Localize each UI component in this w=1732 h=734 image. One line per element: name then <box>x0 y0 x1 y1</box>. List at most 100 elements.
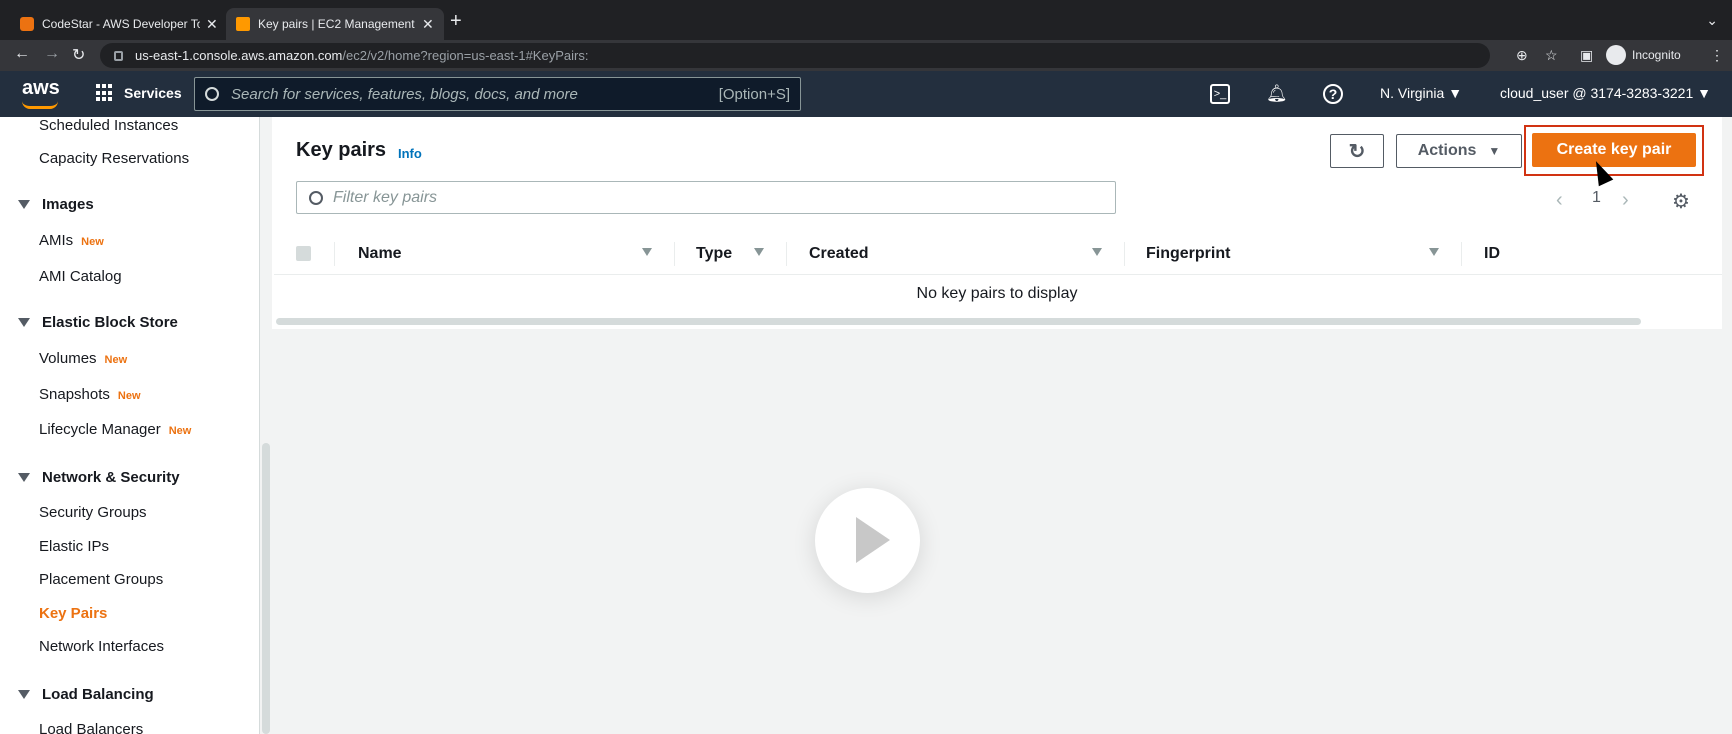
search-shortcut-hint: [Option+S] <box>718 85 790 103</box>
sidebar-item-lifecycle-manager[interactable]: Lifecycle Manager New <box>39 421 191 438</box>
chevron-down-icon[interactable]: ⌄ <box>1706 12 1718 29</box>
column-header-created[interactable]: Created <box>809 232 869 275</box>
sidebar-item-ami-catalog[interactable]: AMI Catalog <box>39 268 122 285</box>
column-divider <box>1461 242 1462 266</box>
sidebar-item-placement-groups[interactable]: Placement Groups <box>39 571 163 588</box>
caret-down-icon <box>18 200 30 209</box>
filter-key-pairs-input[interactable] <box>333 188 1103 207</box>
section-heading: Images <box>42 196 94 213</box>
sidebar-section-images[interactable]: Images <box>18 196 94 213</box>
codestar-favicon-icon <box>20 17 34 31</box>
services-label: Services <box>124 85 182 101</box>
sort-icon[interactable] <box>642 248 652 256</box>
region-selector[interactable]: N. Virginia ▼ <box>1380 85 1462 101</box>
sidebar-item-key-pairs[interactable]: Key Pairs <box>39 605 107 622</box>
sort-icon[interactable] <box>1092 248 1102 256</box>
table-header: Name Type Created Fingerprint ID <box>274 232 1722 275</box>
bell-icon[interactable]: 🔔︎ <box>1266 84 1288 104</box>
page-title: Key pairs <box>296 139 387 161</box>
global-search-box[interactable]: [Option+S] <box>194 77 801 111</box>
sidebar-item-snapshots[interactable]: Snapshots New <box>39 386 141 403</box>
browser-toolbar: ← → ↻ us-east-1.console.aws.amazon.com /… <box>0 40 1732 71</box>
actions-button[interactable]: Actions ▼ <box>1396 134 1522 168</box>
incognito-badge[interactable]: Incognito <box>1606 45 1681 65</box>
browser-tab-strip: CodeStar - AWS Developer Too ✕ Key pairs… <box>0 0 1732 40</box>
sidebar-item-capacity-reservations[interactable]: Capacity Reservations <box>39 150 189 167</box>
sidebar-section-network-security[interactable]: Network & Security <box>18 469 180 486</box>
refresh-button[interactable]: ↻ <box>1330 134 1384 168</box>
close-icon[interactable]: ✕ <box>206 16 218 33</box>
section-heading: Network & Security <box>42 469 180 486</box>
sort-icon[interactable] <box>754 248 764 256</box>
cloudshell-icon[interactable]: >_ <box>1210 84 1230 104</box>
column-divider <box>674 242 675 266</box>
lock-icon <box>114 50 123 61</box>
sidebar-section-ebs[interactable]: Elastic Block Store <box>18 314 178 331</box>
sidebar-item-elastic-ips[interactable]: Elastic IPs <box>39 538 109 555</box>
new-badge: New <box>104 354 128 366</box>
account-menu[interactable]: cloud_user @ 3174-3283-3221 ▼ <box>1500 85 1711 101</box>
column-divider <box>334 242 335 266</box>
main-content: Key pairs Info ↻ Actions ▼ Create key pa… <box>272 117 1732 734</box>
new-badge: New <box>168 425 192 437</box>
grid-icon <box>96 84 114 102</box>
create-key-pair-button[interactable]: Create key pair <box>1532 133 1696 167</box>
previous-page-icon[interactable]: ‹ <box>1556 189 1563 212</box>
column-divider <box>1124 242 1125 266</box>
browser-tab-codestar[interactable]: CodeStar - AWS Developer Too ✕ <box>10 8 228 40</box>
sidepanel-icon[interactable]: ▣ <box>1580 47 1593 64</box>
browser-menu-icon[interactable]: ⋮ <box>1710 47 1724 64</box>
column-header-type[interactable]: Type <box>696 232 732 275</box>
video-play-button[interactable] <box>815 488 920 593</box>
sidebar-item-network-interfaces[interactable]: Network Interfaces <box>39 638 164 655</box>
sidebar-scrollbar[interactable] <box>262 443 270 734</box>
page-number[interactable]: 1 <box>1592 189 1601 207</box>
section-heading: Load Balancing <box>42 686 154 703</box>
browser-tab-keypairs[interactable]: Key pairs | EC2 Management C ✕ <box>226 8 444 40</box>
sidebar-item-scheduled-instances[interactable]: Scheduled Instances <box>39 117 178 134</box>
help-icon[interactable]: ? <box>1323 84 1343 104</box>
select-all-checkbox[interactable] <box>296 246 311 261</box>
caret-down-icon <box>18 318 30 327</box>
new-tab-icon[interactable]: + <box>450 10 462 33</box>
bookmark-star-icon[interactable]: ☆ <box>1545 47 1558 64</box>
refresh-icon: ↻ <box>1348 140 1366 163</box>
gear-icon[interactable]: ⚙ <box>1672 189 1690 214</box>
url-path: /ec2/v2/home?region=us-east-1#KeyPairs: <box>342 48 589 63</box>
sidebar-section-load-balancing[interactable]: Load Balancing <box>18 686 154 703</box>
play-icon <box>856 517 890 563</box>
new-badge: New <box>81 236 104 248</box>
column-header-fingerprint[interactable]: Fingerprint <box>1146 232 1230 275</box>
back-icon[interactable]: ← <box>14 45 30 63</box>
ec2-favicon-icon <box>236 17 250 31</box>
actions-label: Actions <box>1417 142 1477 159</box>
close-icon[interactable]: ✕ <box>422 16 434 33</box>
reload-icon[interactable]: ↻ <box>72 45 85 65</box>
column-header-id[interactable]: ID <box>1484 232 1500 275</box>
zoom-icon[interactable]: ⊕ <box>1516 47 1528 64</box>
search-icon <box>205 87 219 101</box>
sidebar-item-label: Volumes <box>39 350 97 367</box>
services-menu-button[interactable]: Services <box>96 84 182 102</box>
sidebar-item-load-balancers[interactable]: Load Balancers <box>39 721 143 734</box>
sidebar-item-label: Lifecycle Manager <box>39 421 161 438</box>
tab-title: Key pairs | EC2 Management C <box>258 17 416 31</box>
caret-down-icon <box>18 690 30 699</box>
aws-console-header: aws Services [Option+S] >_ 🔔︎ ? N. Virgi… <box>0 71 1732 117</box>
sidebar-item-security-groups[interactable]: Security Groups <box>39 504 147 521</box>
next-page-icon[interactable]: › <box>1622 189 1629 212</box>
forward-icon[interactable]: → <box>44 45 60 63</box>
global-search-input[interactable] <box>231 85 719 103</box>
sort-icon[interactable] <box>1429 248 1439 256</box>
sidebar-item-label: Snapshots <box>39 386 110 403</box>
sidebar-item-volumes[interactable]: Volumes New <box>39 350 127 367</box>
filter-box[interactable] <box>296 181 1116 214</box>
sidebar-item-amis[interactable]: AMIs New <box>39 232 104 249</box>
table-horizontal-scrollbar[interactable] <box>276 318 1641 325</box>
aws-logo[interactable]: aws <box>22 77 60 100</box>
info-link[interactable]: Info <box>398 146 422 161</box>
address-bar[interactable]: us-east-1.console.aws.amazon.com /ec2/v2… <box>100 43 1490 68</box>
column-header-name[interactable]: Name <box>358 232 402 275</box>
url-host: us-east-1.console.aws.amazon.com <box>135 48 343 63</box>
aws-logo-smile-icon <box>22 101 58 109</box>
